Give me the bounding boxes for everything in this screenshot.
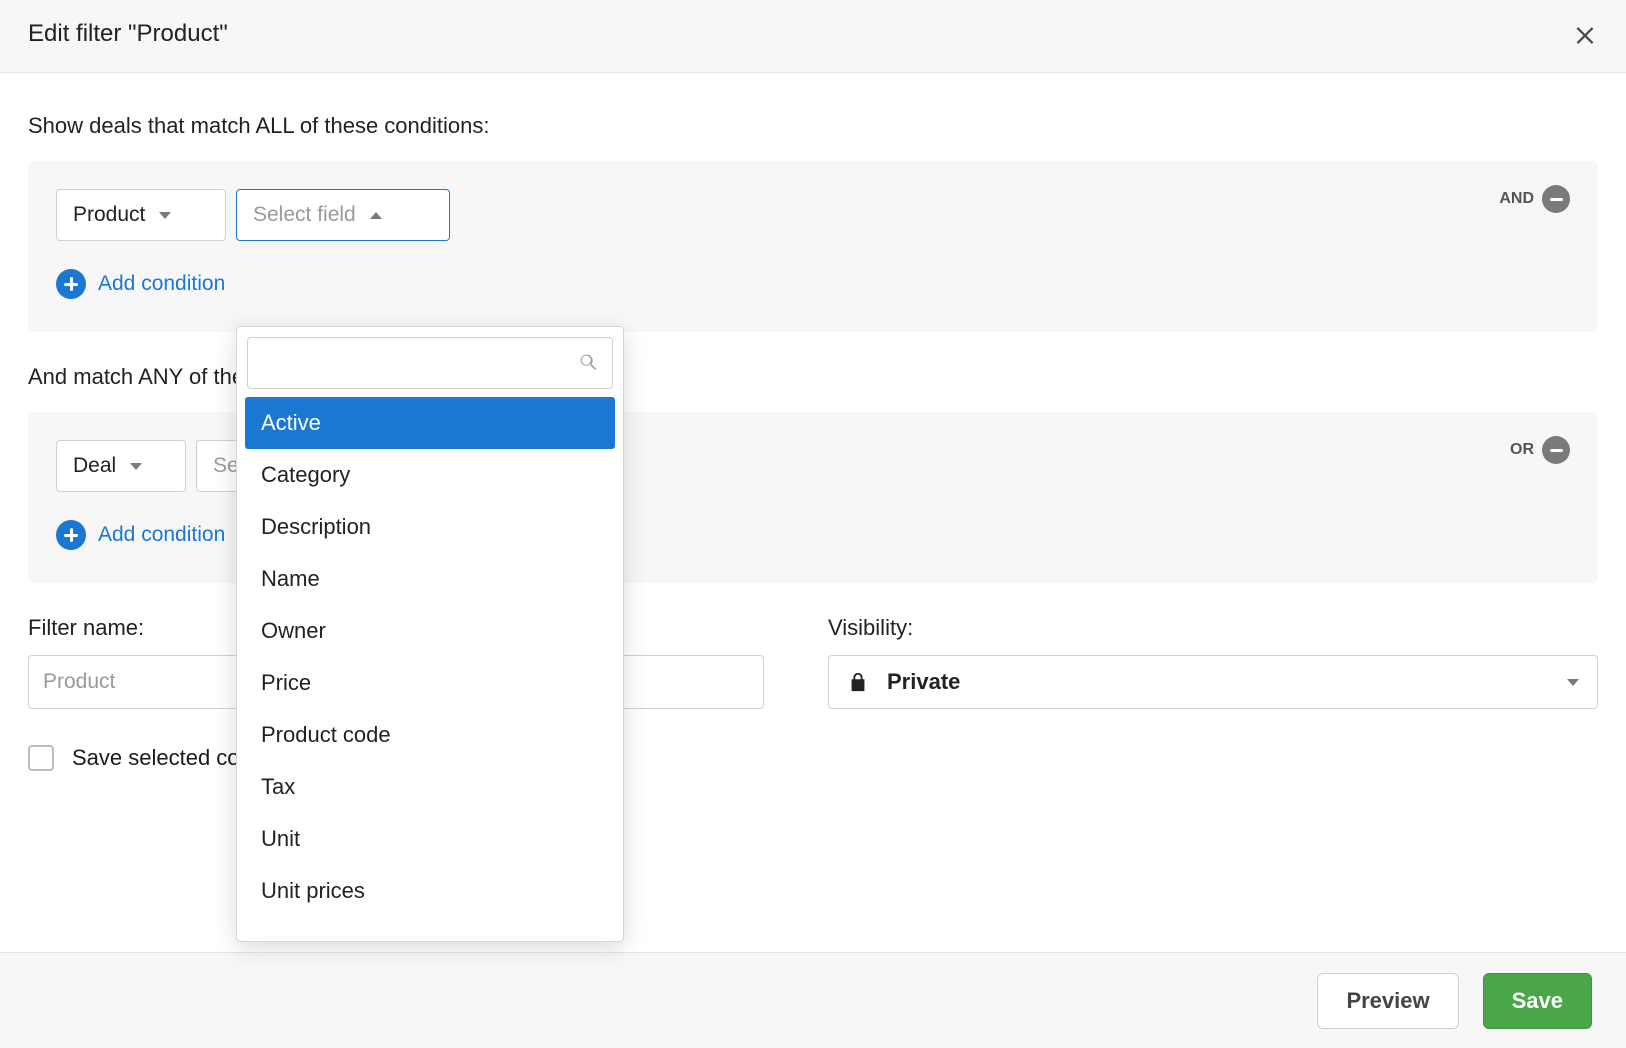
- dialog-footer: Preview Save: [0, 952, 1626, 1048]
- entity-select-all[interactable]: Product: [56, 189, 226, 241]
- chevron-down-icon: [130, 463, 142, 470]
- preview-button[interactable]: Preview: [1317, 973, 1458, 1029]
- dropdown-list: ActiveCategoryDescriptionNameOwnerPriceP…: [245, 397, 615, 917]
- dropdown-item[interactable]: Price: [245, 657, 615, 709]
- dropdown-item[interactable]: Unit: [245, 813, 615, 865]
- field-select-all[interactable]: Select field: [236, 189, 450, 241]
- close-icon: [1572, 21, 1598, 47]
- logic-badge-area: AND: [1499, 185, 1570, 213]
- all-conditions-label: Show deals that match ALL of these condi…: [28, 113, 1598, 139]
- logic-badge-area: OR: [1510, 436, 1570, 464]
- entity-select-value: Deal: [73, 454, 116, 478]
- dropdown-item[interactable]: Name: [245, 553, 615, 605]
- chevron-down-icon: [1567, 679, 1579, 686]
- dropdown-item[interactable]: Unit prices: [245, 865, 615, 917]
- add-condition-label: Add condition: [98, 523, 225, 547]
- save-button[interactable]: Save: [1483, 973, 1592, 1029]
- plus-icon: [56, 269, 86, 299]
- close-button[interactable]: [1572, 21, 1598, 47]
- dropdown-item[interactable]: Active: [245, 397, 615, 449]
- dropdown-item[interactable]: Owner: [245, 605, 615, 657]
- dialog-body: Show deals that match ALL of these condi…: [0, 73, 1626, 939]
- remove-condition-button[interactable]: [1542, 436, 1570, 464]
- remove-condition-button[interactable]: [1542, 185, 1570, 213]
- entity-select-value: Product: [73, 203, 145, 227]
- dropdown-item[interactable]: Tax: [245, 761, 615, 813]
- add-condition-label: Add condition: [98, 272, 225, 296]
- visibility-value: Private: [887, 669, 960, 695]
- visibility-select[interactable]: Private: [828, 655, 1598, 709]
- chevron-down-icon: [159, 212, 171, 219]
- all-condition-block: Product Select field AND Add condition: [28, 161, 1598, 332]
- add-condition-any[interactable]: Add condition: [56, 520, 225, 550]
- dropdown-item[interactable]: Category: [245, 449, 615, 501]
- dropdown-item[interactable]: Description: [245, 501, 615, 553]
- dropdown-search[interactable]: [247, 337, 613, 389]
- lock-icon: [847, 671, 869, 693]
- plus-icon: [56, 520, 86, 550]
- visibility-col: Visibility: Private: [828, 615, 1598, 709]
- dropdown-item[interactable]: Product code: [245, 709, 615, 761]
- visibility-label: Visibility:: [828, 615, 1598, 641]
- add-condition-all[interactable]: Add condition: [56, 269, 225, 299]
- field-select-placeholder: Select field: [253, 203, 356, 227]
- dialog-header: Edit filter "Product": [0, 0, 1626, 73]
- search-icon: [578, 352, 600, 374]
- field-dropdown: ActiveCategoryDescriptionNameOwnerPriceP…: [236, 326, 624, 942]
- dropdown-search-input[interactable]: [260, 352, 578, 374]
- dialog-title: Edit filter "Product": [28, 20, 228, 48]
- entity-select-any[interactable]: Deal: [56, 440, 186, 492]
- logic-badge-and: AND: [1499, 190, 1534, 208]
- condition-row: Product Select field: [56, 189, 1570, 241]
- save-columns-checkbox[interactable]: [28, 745, 54, 771]
- logic-badge-or: OR: [1510, 441, 1534, 459]
- chevron-up-icon: [370, 212, 382, 219]
